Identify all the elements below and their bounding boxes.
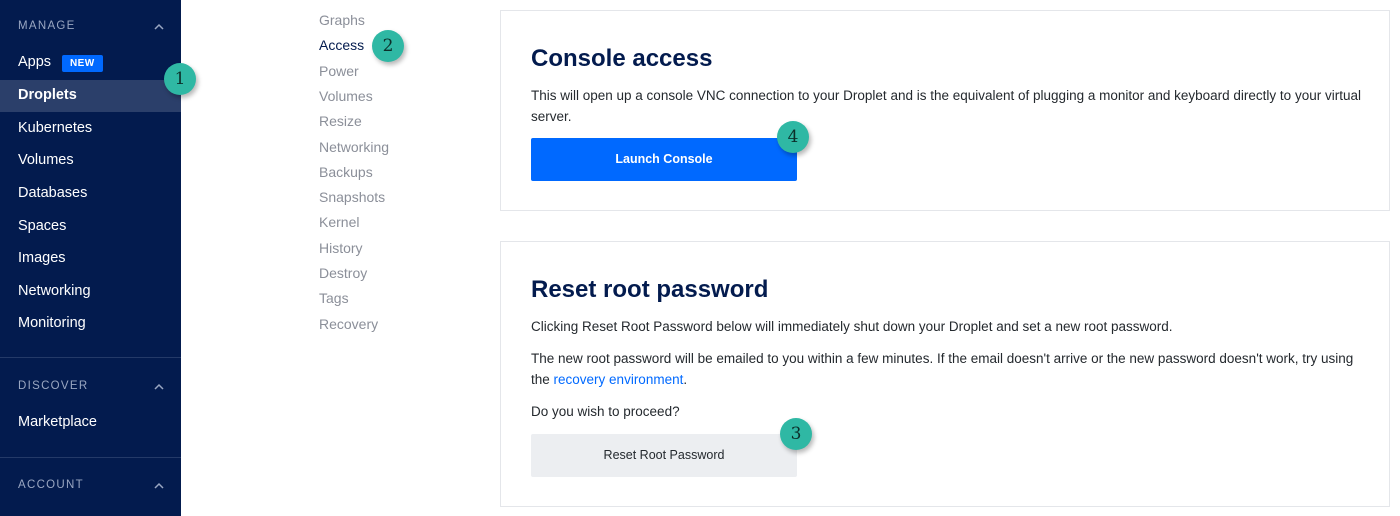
discover-section-title: DISCOVER [18,380,89,392]
subnav-destroy[interactable]: Destroy [319,265,367,281]
reset-password-email-note: The new root password will be emailed to… [531,348,1361,390]
subnav-resize[interactable]: Resize [319,113,362,129]
sidebar-item-marketplace[interactable]: Marketplace [0,407,181,439]
subnav-power[interactable]: Power [319,63,359,79]
sidebar-item-networking[interactable]: Networking [0,276,181,308]
reset-password-card: Reset root password Clicking Reset Root … [500,241,1390,507]
sidebar-item-label: Droplets [18,87,77,103]
step-marker-2: 2 [372,30,404,62]
reset-password-title: Reset root password [531,276,769,303]
sidebar-item-label: Images [18,250,66,266]
console-access-title: Console access [531,45,713,72]
sidebar-item-label: Kubernetes [18,120,93,136]
step-marker-3: 3 [780,418,812,450]
sidebar-item-apps[interactable]: Apps NEW [0,47,181,79]
sidebar-item-monitoring[interactable]: Monitoring [0,308,181,340]
step-marker-4: 4 [777,121,809,153]
proceed-question: Do you wish to proceed? [531,404,680,419]
subnav-volumes[interactable]: Volumes [319,88,373,104]
chevron-up-icon[interactable] [153,381,165,393]
launch-console-button[interactable]: Launch Console [531,138,797,181]
sidebar-item-images[interactable]: Images [0,243,181,275]
sidebar-item-label: Databases [18,185,88,201]
discover-section-header[interactable]: DISCOVER [0,372,181,402]
manage-section-header[interactable]: MANAGE [0,12,181,42]
recovery-environment-link[interactable]: recovery environment [554,372,684,387]
sidebar-item-label: Marketplace [18,414,97,430]
step-marker-1: 1 [164,63,196,95]
email-note-end: . [683,372,688,387]
sidebar-divider [0,457,181,458]
sidebar-item-droplets[interactable]: Droplets [0,80,181,112]
sidebar-item-spaces[interactable]: Spaces [0,211,181,243]
sidebar: MANAGE Apps NEW Droplets Kubernetes Volu… [0,0,181,516]
sidebar-item-label: Volumes [18,152,74,168]
reset-password-warning: Clicking Reset Root Password below will … [531,319,1173,334]
account-section-title: ACCOUNT [18,479,84,491]
sidebar-item-label: Networking [18,283,91,299]
console-access-card: Console access This will open up a conso… [500,10,1390,211]
subnav-recovery[interactable]: Recovery [319,316,378,332]
chevron-up-icon[interactable] [153,480,165,492]
subnav-snapshots[interactable]: Snapshots [319,189,385,205]
subnav-networking[interactable]: Networking [319,139,389,155]
sidebar-item-kubernetes[interactable]: Kubernetes [0,113,181,145]
new-badge: NEW [62,55,103,72]
sidebar-item-label: Spaces [18,218,67,234]
sidebar-item-volumes[interactable]: Volumes [0,145,181,177]
chevron-up-icon[interactable] [153,21,165,33]
sidebar-item-databases[interactable]: Databases [0,178,181,210]
subnav-graphs[interactable]: Graphs [319,12,365,28]
subnav-tags[interactable]: Tags [319,290,349,306]
reset-root-password-button[interactable]: Reset Root Password [531,434,797,477]
sidebar-item-label: Monitoring [18,315,86,331]
subnav-access[interactable]: Access [319,37,364,53]
account-section-header[interactable]: ACCOUNT [0,471,181,501]
sidebar-divider [0,357,181,358]
subnav-kernel[interactable]: Kernel [319,214,359,230]
sidebar-item-label: Apps [18,54,52,70]
manage-section-title: MANAGE [18,20,76,32]
subnav-backups[interactable]: Backups [319,164,373,180]
subnav-history[interactable]: History [319,240,363,256]
console-access-description: This will open up a console VNC connecti… [531,88,1361,124]
